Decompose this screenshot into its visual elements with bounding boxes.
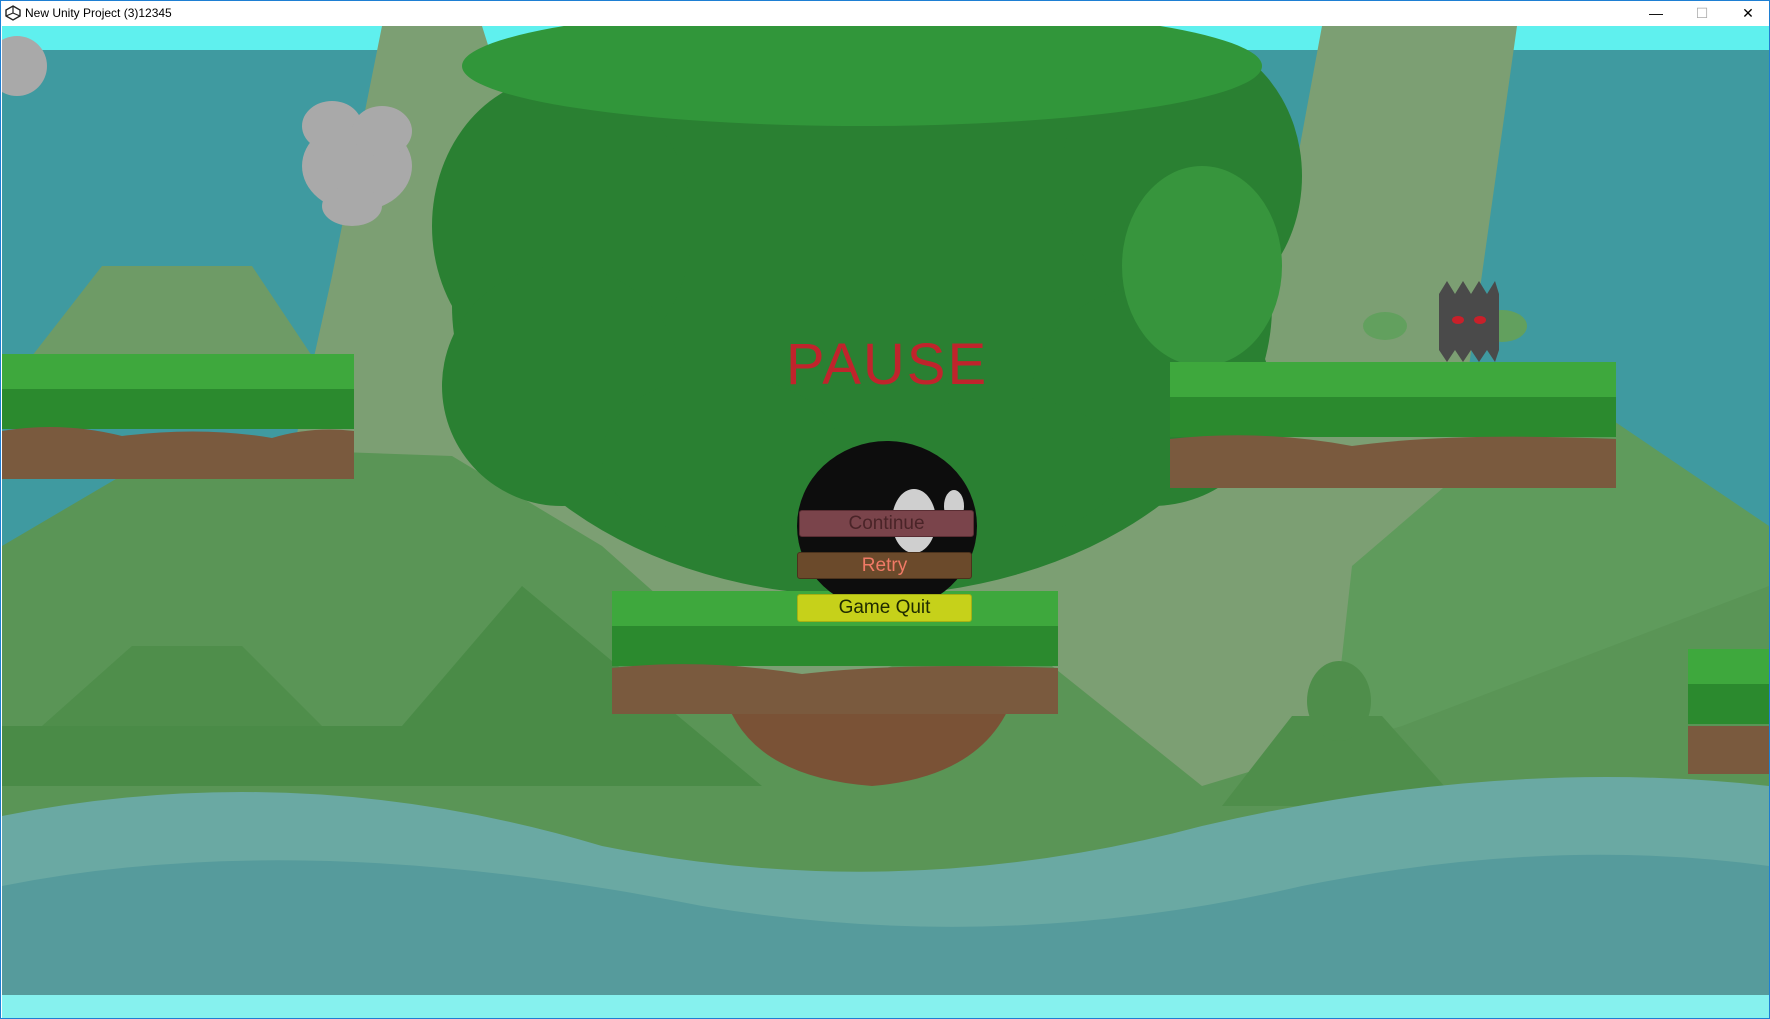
pause-title: PAUSE: [785, 332, 989, 397]
game-window: New Unity Project (3)12345 — ☐ ✕ PAUSE C…: [0, 0, 1770, 1019]
platform-right: [1170, 362, 1616, 488]
water-bottom-band: [2, 995, 1769, 1018]
bush-right: [1307, 661, 1371, 741]
continue-button[interactable]: Continue: [799, 510, 974, 537]
platform-far-right: [1688, 649, 1769, 774]
spike-enemy: [1439, 281, 1499, 362]
bush-small-1: [1363, 312, 1407, 340]
window-title: New Unity Project (3)12345: [25, 6, 172, 20]
title-bar[interactable]: New Unity Project (3)12345 — ☐ ✕: [1, 1, 1769, 26]
minimize-button[interactable]: —: [1633, 1, 1679, 26]
retry-button[interactable]: Retry: [797, 552, 972, 579]
maximize-button[interactable]: ☐: [1679, 1, 1725, 26]
close-button[interactable]: ✕: [1725, 1, 1769, 26]
game-quit-button[interactable]: Game Quit: [797, 594, 972, 622]
unity-icon: [5, 5, 21, 21]
platform-left: [2, 354, 354, 479]
game-viewport[interactable]: PAUSE Continue Retry Game Quit: [2, 26, 1769, 1018]
